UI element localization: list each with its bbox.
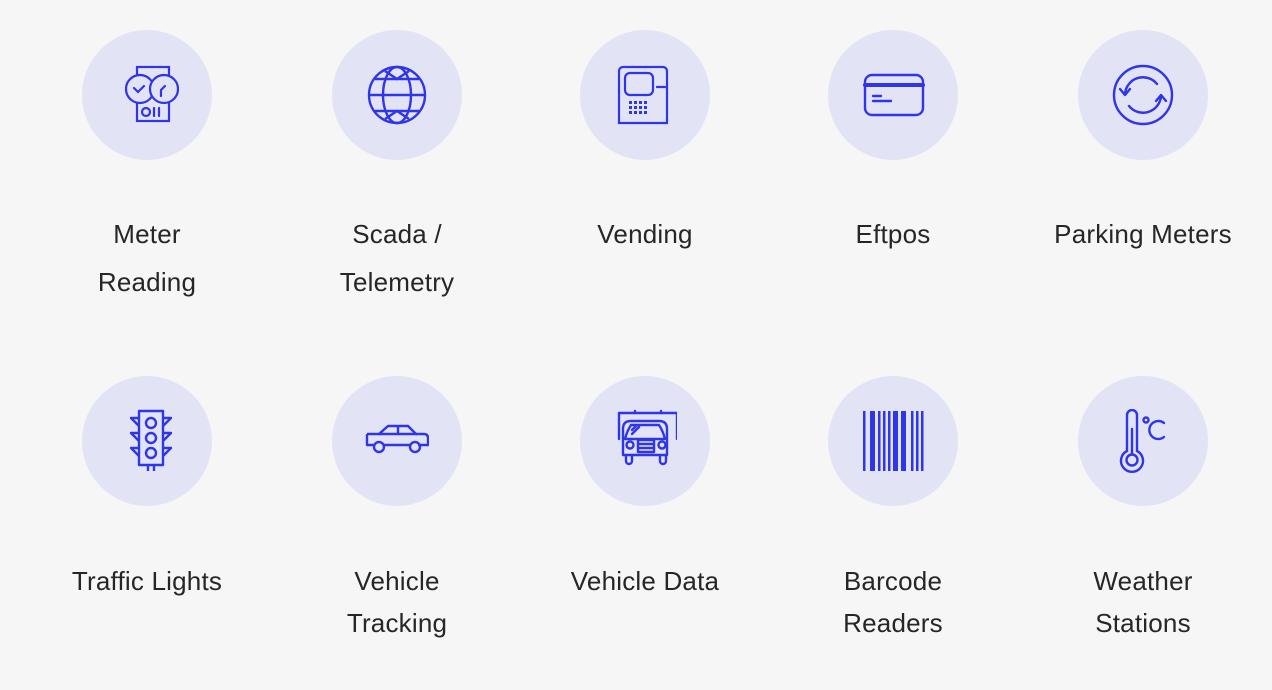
label-line: Traffic Lights [71,566,223,596]
tile-parking-meters[interactable]: Parking Meters [1043,30,1243,258]
car-icon [365,424,429,454]
label-line: Tracking [346,608,448,638]
traffic-light-icon [129,409,173,471]
label-line: Meter [113,219,181,249]
label-line: Scada / [352,219,442,249]
icon-circle [82,30,212,160]
icon-circle [580,376,710,506]
icon-circle [1078,30,1208,160]
refresh-cycle-icon [1112,64,1174,126]
label-line: Reading [97,267,197,297]
credit-card-icon [863,73,925,117]
tile-traffic-lights[interactable]: Traffic Lights [47,376,247,602]
item-label: Traffic Lights [47,560,247,602]
item-label: Barcode Readers [793,560,993,644]
item-label: Parking Meters [1043,210,1243,258]
tile-vending[interactable]: Vending [545,30,745,258]
icon-circle [828,376,958,506]
tile-scada-telemetry[interactable]: Scada / Telemetry [297,30,497,306]
item-label: Scada / Telemetry [297,210,497,306]
label-line: Readers [843,608,943,638]
tile-vehicle-tracking[interactable]: Vehicle Tracking [297,376,497,644]
icon-circle [332,30,462,160]
meter-icon [124,65,179,123]
label-line: Vehicle [354,566,440,596]
truck-icon [617,409,677,466]
label-line: Vending [597,219,693,249]
vending-machine-icon [617,65,669,125]
label-line: Stations [1095,608,1191,638]
tile-barcode-readers[interactable]: Barcode Readers [793,376,993,644]
item-label: Weather Stations [1043,560,1243,644]
item-label: Vending [545,210,745,258]
icon-circle [580,30,710,160]
label-line: Barcode [843,566,943,596]
icon-circle [332,376,462,506]
icon-circle [828,30,958,160]
tile-weather-stations[interactable]: Weather Stations [1043,376,1243,644]
tile-meter-reading[interactable]: Meter Reading [47,30,247,306]
item-label: Vehicle Tracking [297,560,497,644]
label-line: Telemetry [339,267,455,297]
label-line: Vehicle Data [570,566,720,596]
item-label: Vehicle Data [545,560,745,602]
tile-eftpos[interactable]: Eftpos [793,30,993,258]
thermometer-icon [1119,409,1166,473]
icon-circle [1078,376,1208,506]
item-label: Meter Reading [47,210,247,306]
label-line: Eftpos [855,219,931,249]
item-label: Eftpos [793,210,993,258]
tile-vehicle-data[interactable]: Vehicle Data [545,376,745,602]
label-line: Weather [1093,566,1193,596]
barcode-icon [863,411,924,471]
icon-circle [82,376,212,506]
globe-icon [367,65,427,125]
label-line: Parking Meters [1054,219,1232,249]
